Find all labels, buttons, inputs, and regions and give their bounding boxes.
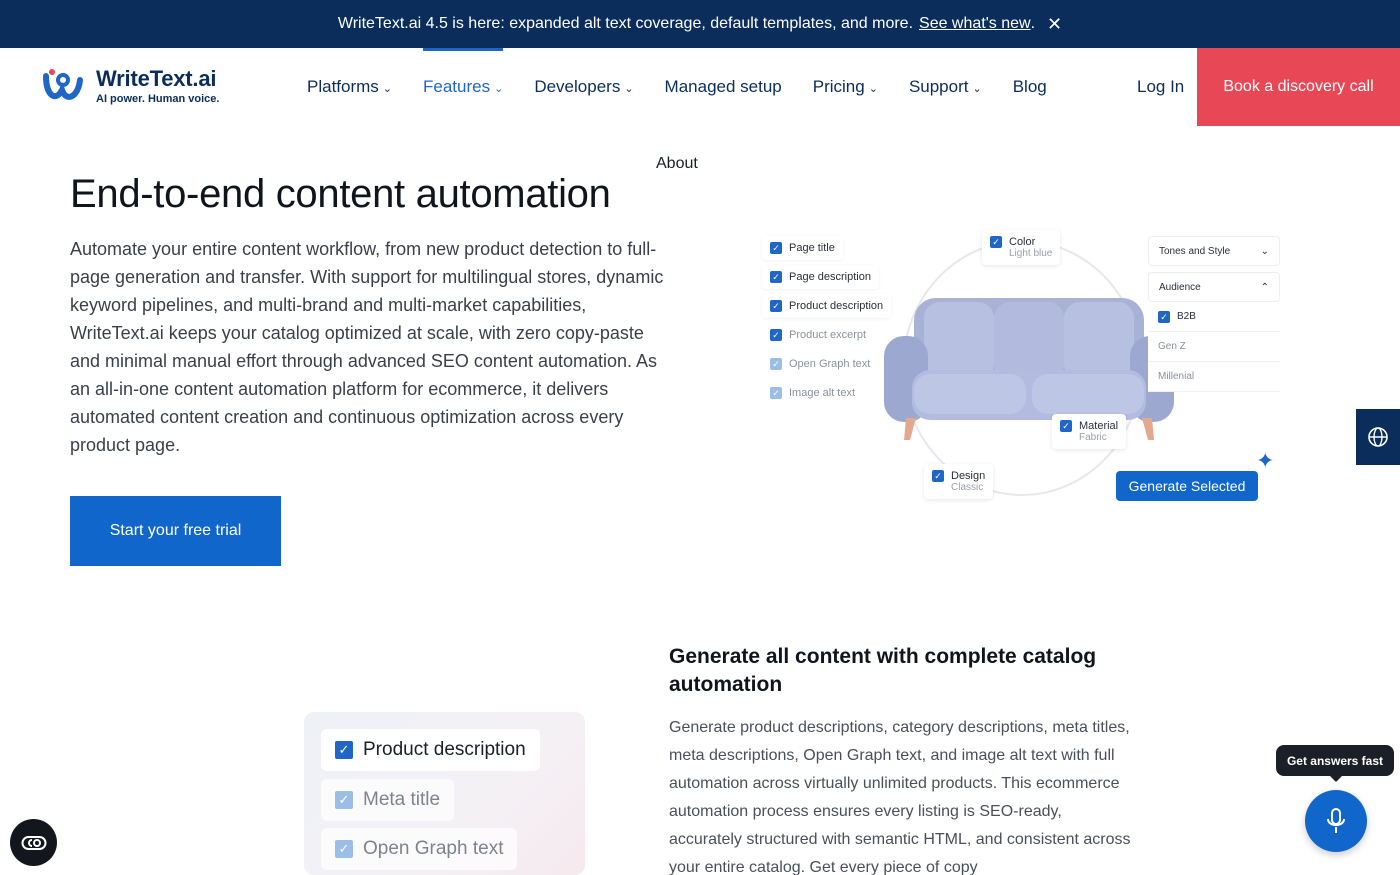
accessibility-icon — [21, 835, 46, 850]
content-type-card: ✓ Product description ✓ Meta title ✓ Open G… — [304, 712, 585, 875]
book-call-button[interactable]: Book a discovery call — [1197, 48, 1400, 126]
checkbox-icon: ✓ — [770, 358, 782, 370]
checklist-item: ✓ Page title — [762, 236, 843, 260]
checkbox-icon: ✓ — [770, 271, 782, 283]
nav-label: Platforms — [307, 77, 379, 96]
nav-developers[interactable]: Developers ⌄ — [534, 48, 633, 126]
globe-icon — [1368, 427, 1388, 447]
logo-icon — [43, 69, 83, 100]
audience-option: ✓ B2B — [1148, 302, 1280, 332]
site-header: WriteText.ai AI power. Human voice. Plat… — [0, 48, 1400, 126]
section-title: Generate all content with complete catal… — [669, 645, 1097, 696]
checklist-item: ✓ Image alt text — [762, 381, 864, 405]
nav-label: Support — [908, 77, 969, 96]
nav-label: Pricing — [812, 77, 865, 96]
about-link[interactable]: About — [656, 155, 698, 173]
checkbox-icon: ✓ — [770, 387, 782, 399]
nav-label: Features — [423, 77, 491, 96]
checkbox-icon: ✓ — [770, 329, 782, 341]
nav-label: Developers — [534, 77, 621, 96]
checkbox-icon: ✓ — [335, 791, 353, 809]
logo[interactable]: WriteText.ai AI power. Human voice. — [42, 66, 219, 106]
nav-managed-setup[interactable]: Managed setup — [665, 48, 782, 126]
design-tag: ✓ Design Classic — [924, 464, 994, 499]
chevron-down-icon: ⌄ — [1260, 245, 1269, 257]
checkbox-icon: ✓ — [990, 236, 1002, 248]
audience-option: Gen Z — [1148, 332, 1280, 362]
announcement-link-suffix: . — [1030, 15, 1036, 32]
checkbox-icon: ✓ — [1060, 420, 1072, 432]
nav-label: Blog — [1012, 77, 1047, 96]
brand-name: WriteText.ai — [96, 65, 217, 91]
color-tag: ✓ Color Light blue — [982, 230, 1061, 265]
get-answers-tooltip[interactable]: Get answers fast — [1276, 745, 1394, 782]
accessibility-button[interactable] — [10, 819, 57, 866]
nav-platforms[interactable]: Platforms ⌄ — [307, 48, 392, 126]
chevron-down-icon: ⌄ — [494, 82, 504, 95]
sofa-image — [884, 298, 1174, 440]
announcement-bar: WriteText.ai 4.5 is here: expanded alt t… — [0, 0, 1400, 48]
microphone-icon — [1327, 808, 1345, 833]
nav-pricing[interactable]: Pricing ⌄ — [813, 48, 878, 126]
main-nav: Platforms ⌄ Features ⌄ Developers ⌄ Managed… — [307, 48, 1078, 126]
settings-panel: Tones and Style ⌄ Audience ⌃ ✓ B2B Gen Z Mi… — [1148, 236, 1280, 392]
checkbox-icon: ✓ — [335, 741, 353, 759]
chevron-down-icon: ⌄ — [624, 82, 634, 95]
sparkle-icon: ✦ — [1256, 448, 1275, 473]
checkbox-icon: ✓ — [335, 840, 353, 858]
checkbox-icon: ✓ — [1158, 310, 1170, 323]
login-link[interactable]: Log In — [1137, 48, 1184, 126]
content-type-item: ✓ Product description — [321, 729, 540, 771]
audience-option: Millenial — [1148, 362, 1280, 392]
language-button[interactable] — [1356, 409, 1400, 465]
audience-dropdown: Audience ⌃ — [1148, 272, 1280, 302]
checklist-item: ✓ Product description — [762, 294, 892, 318]
hero-title: End-to-end content automation — [70, 172, 611, 216]
chevron-down-icon: ⌄ — [868, 82, 878, 95]
material-tag: ✓ Material Fabric — [1052, 414, 1127, 449]
nav-label: Managed setup — [664, 77, 782, 96]
voice-assistant-button[interactable] — [1305, 790, 1367, 852]
generate-selected-button: Generate Selected — [1116, 471, 1258, 501]
nav-support[interactable]: Support ⌄ — [909, 48, 982, 126]
close-icon[interactable]: ✕ — [1047, 14, 1062, 35]
chevron-down-icon: ⌄ — [382, 82, 393, 95]
announcement-text: WriteText.ai 4.5 is here: expanded alt t… — [337, 15, 914, 32]
checkbox-icon: ✓ — [770, 300, 782, 312]
nav-blog[interactable]: Blog — [1013, 48, 1047, 126]
checkbox-icon: ✓ — [932, 470, 944, 482]
checklist-item: ✓ Page description — [762, 265, 879, 289]
content-type-item: ✓ Meta title — [321, 779, 455, 821]
checklist-item: ✓ Product excerpt — [762, 323, 875, 347]
chevron-down-icon: ⌄ — [972, 82, 982, 95]
checkbox-icon: ✓ — [770, 242, 782, 254]
section-description: Generate product descriptions, category … — [669, 719, 1131, 875]
tones-dropdown: Tones and Style ⌄ — [1148, 236, 1280, 266]
brand-tagline: AI power. Human voice. — [96, 92, 220, 105]
announcement-link[interactable]: See what's new — [919, 15, 1031, 33]
hero-description: Automate your entire content workflow, f… — [70, 239, 664, 455]
chevron-up-icon: ⌃ — [1260, 281, 1269, 293]
free-trial-button[interactable]: Start your free trial — [70, 496, 281, 566]
content-type-item: ✓ Open Graph text — [321, 828, 518, 870]
hero-illustration: ✓ Page title ✓ Page description ✓ Product d… — [762, 228, 1292, 518]
nav-features[interactable]: Features ⌄ — [423, 48, 504, 126]
content-type-checklist: ✓ Page title ✓ Page description ✓ Product d… — [762, 236, 892, 410]
checklist-item: ✓ Open Graph text — [762, 352, 879, 376]
